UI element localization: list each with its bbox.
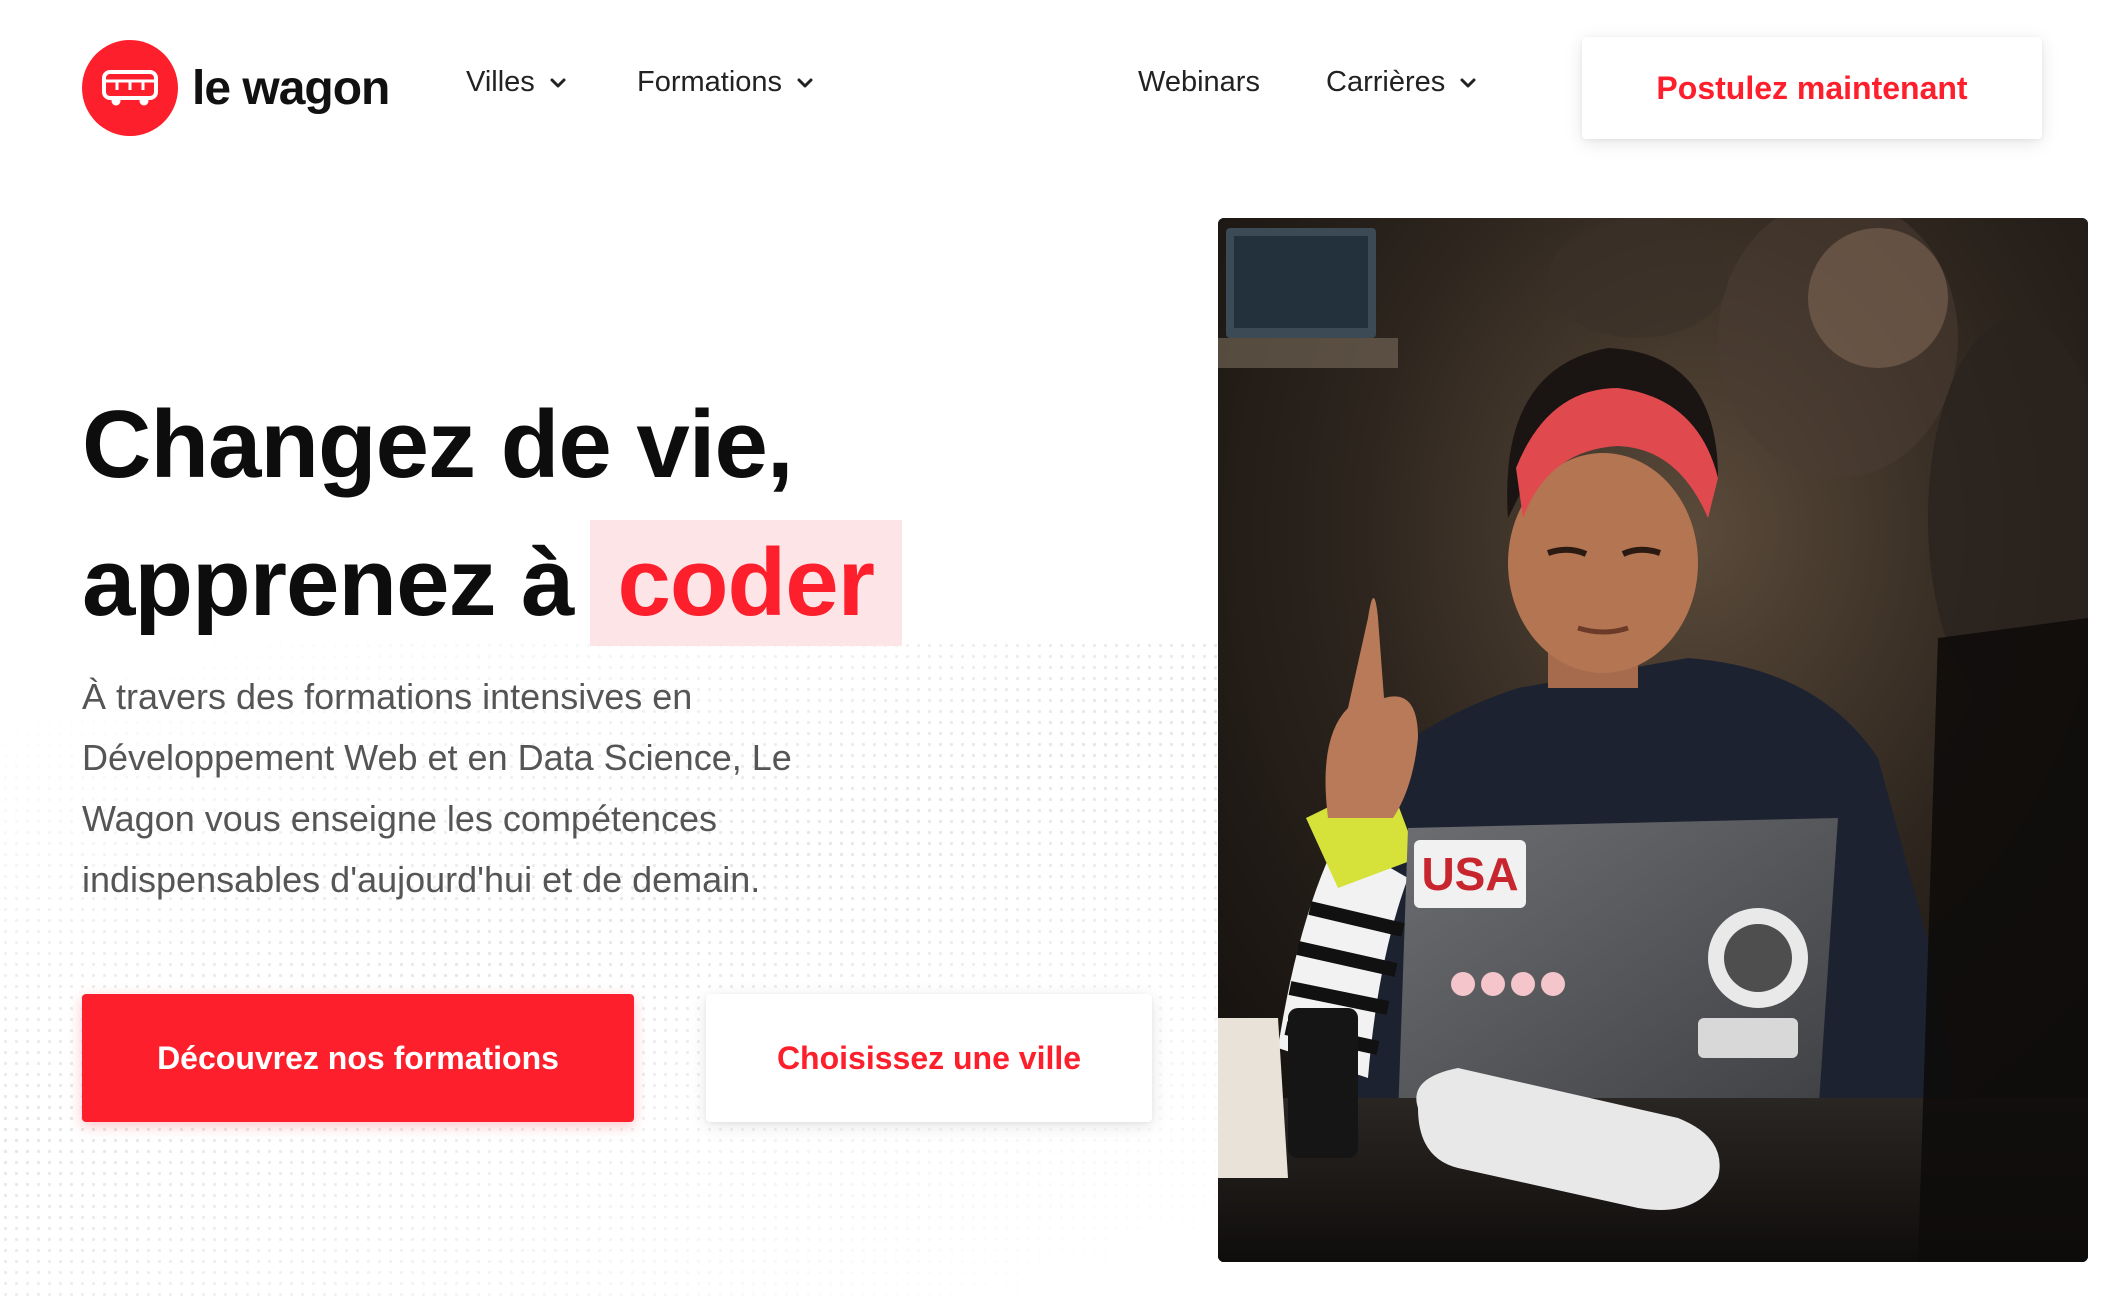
nav-carrieres-label: Carrières [1326, 66, 1446, 98]
chevron-down-icon [550, 78, 566, 87]
hero-title-highlight: coder [589, 520, 902, 647]
nav-villes[interactable]: Villes [466, 66, 567, 99]
usa-sticker: USA [1414, 840, 1526, 908]
chevron-down-icon [1460, 78, 1476, 87]
nav-webinars-label: Webinars [1138, 66, 1260, 98]
student-coding-illustration: USA [1218, 218, 2088, 1262]
hero-title: Changez de vie, apprenez à coder [82, 376, 902, 652]
nav-villes-label: Villes [466, 66, 535, 98]
hero-description: À travers des formations intensives en D… [82, 676, 792, 900]
site-header: le wagon Villes Formations Webinars Carr… [0, 0, 2124, 180]
discover-formations-button[interactable]: Découvrez nos formations [82, 994, 634, 1122]
nav-formations[interactable]: Formations [637, 66, 814, 99]
landing-page: le wagon Villes Formations Webinars Carr… [0, 0, 2124, 1300]
choose-city-button[interactable]: Choisissez une ville [706, 994, 1152, 1122]
brand-name: le wagon [192, 61, 390, 115]
hero-title-line-1: Changez de vie, [82, 391, 794, 499]
nav-carrieres[interactable]: Carrières [1326, 66, 1477, 99]
nav-formations-label: Formations [637, 66, 783, 98]
apply-now-button[interactable]: Postulez maintenant [1582, 37, 2042, 139]
hero-title-prefix: apprenez à [82, 529, 575, 637]
usa-sticker-text: USA [1421, 848, 1518, 900]
hero-title-line-2: apprenez à coder [82, 514, 902, 652]
nav-webinars[interactable]: Webinars [1138, 66, 1260, 99]
hero-photo: USA [1218, 218, 2088, 1262]
chevron-down-icon [797, 78, 813, 87]
bus-icon [82, 40, 178, 136]
logo[interactable]: le wagon [82, 40, 390, 136]
